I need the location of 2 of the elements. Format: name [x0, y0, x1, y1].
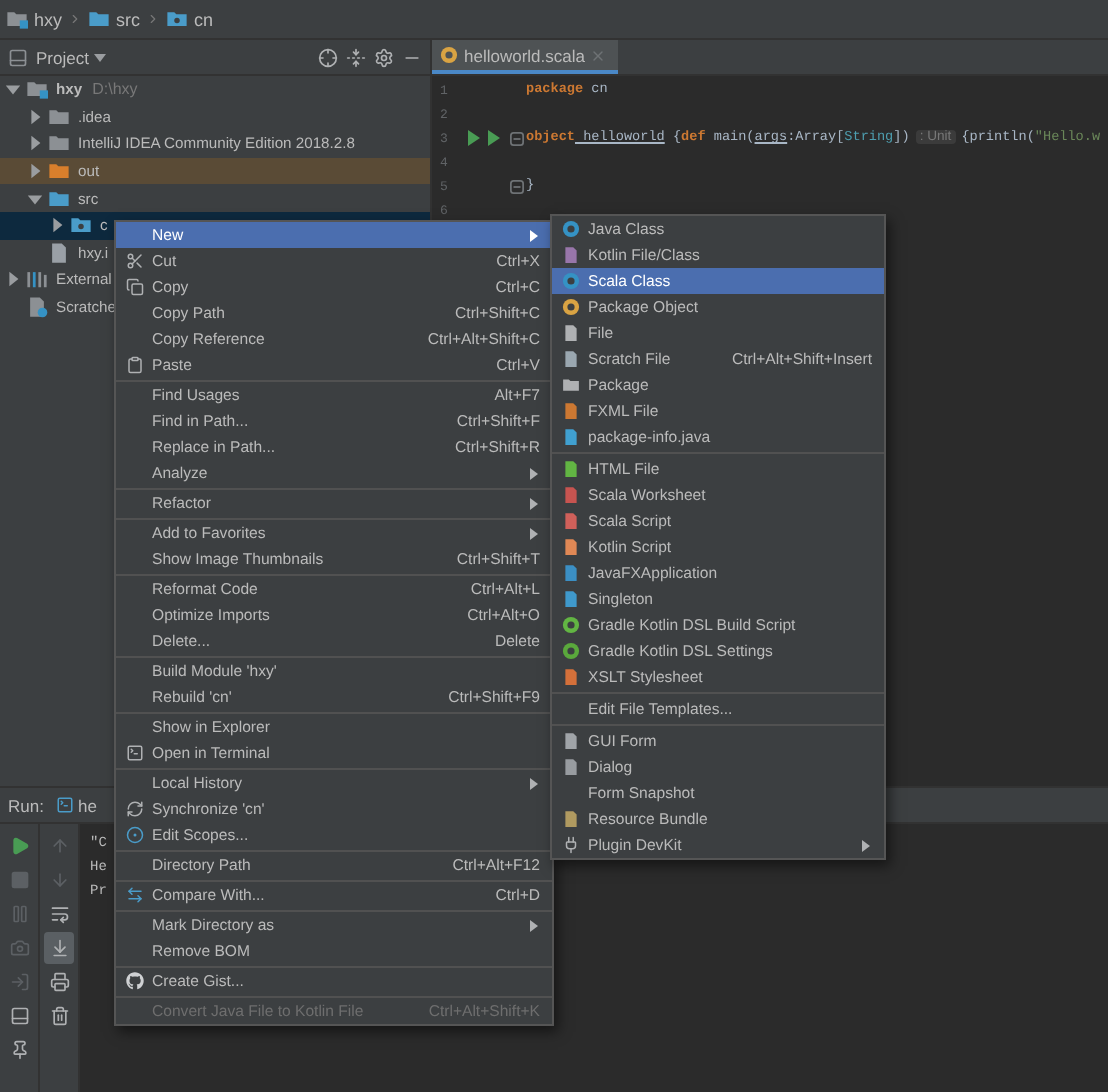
run-panel-title: Run: — [8, 795, 44, 815]
path-text: D:\hxy — [92, 80, 138, 99]
